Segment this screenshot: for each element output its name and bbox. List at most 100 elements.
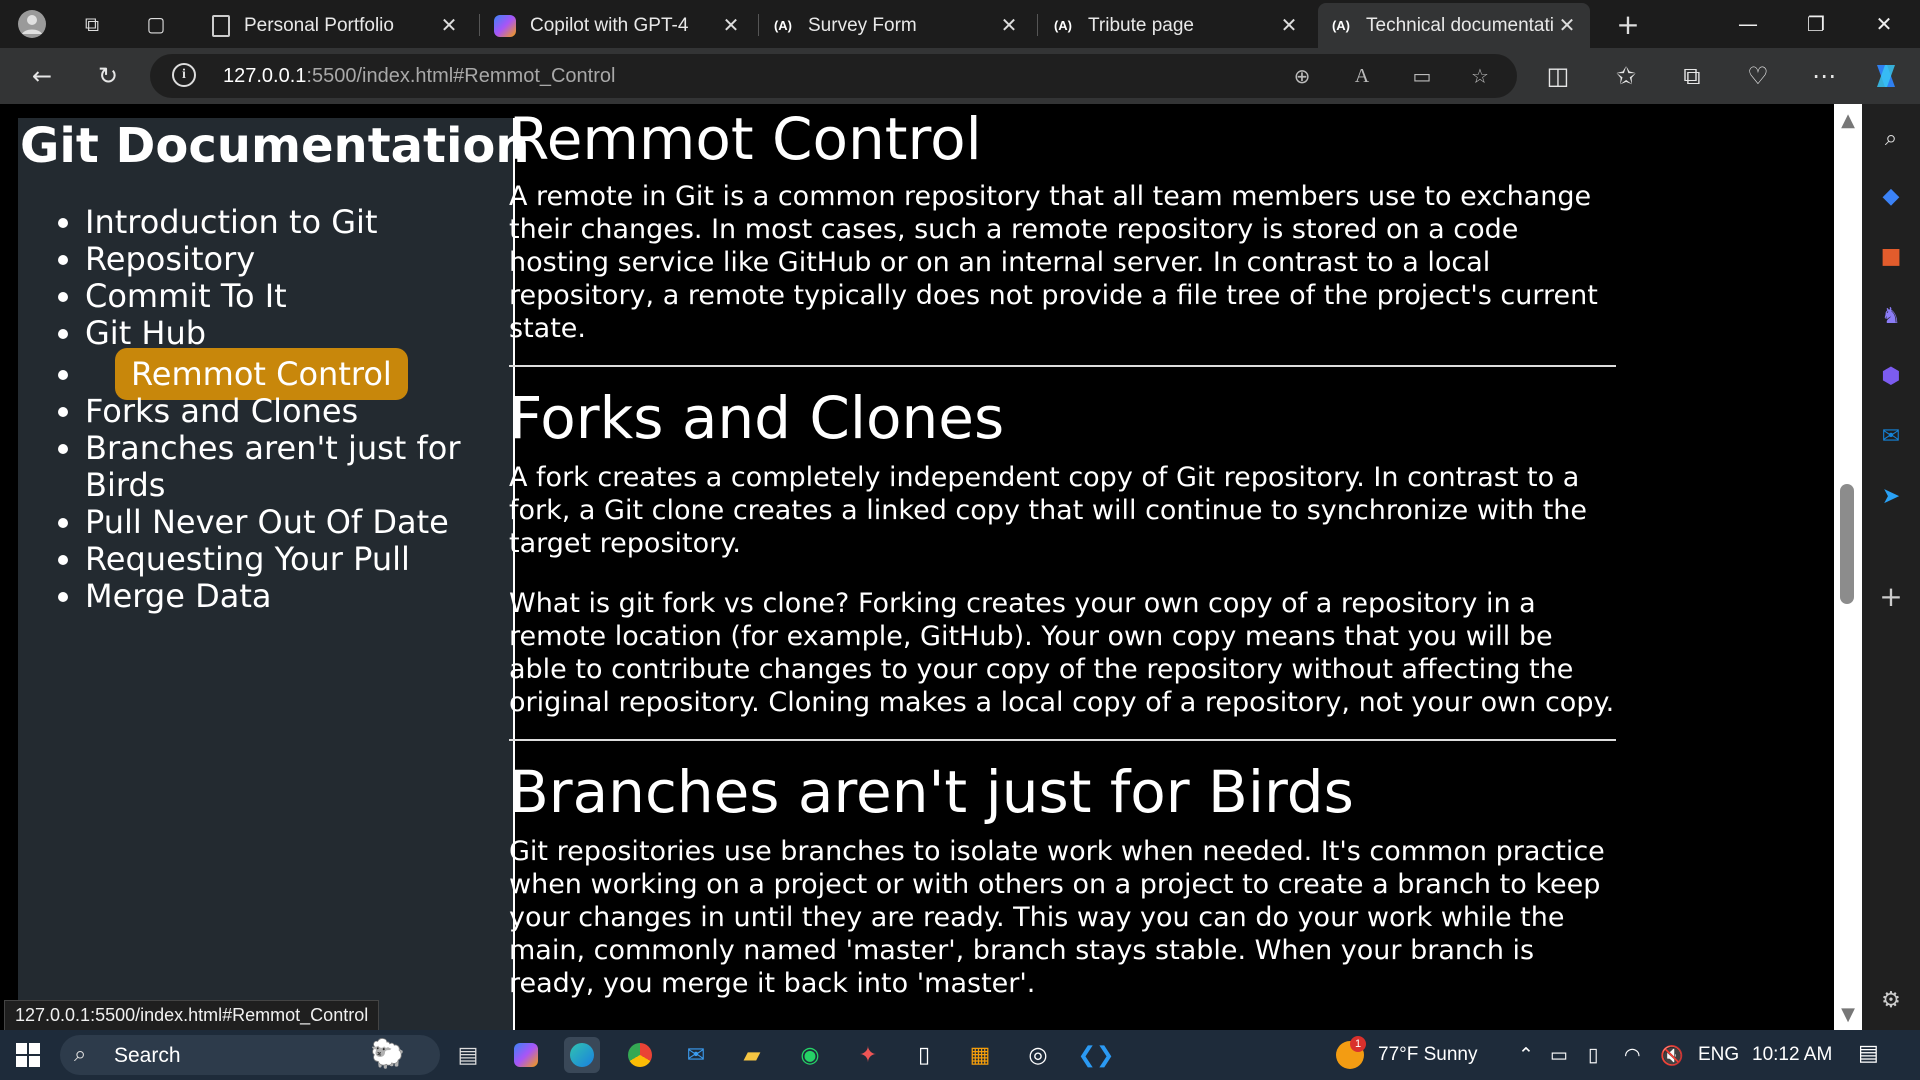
close-tab-icon[interactable]: ✕ xyxy=(998,13,1020,38)
microsoft-365-icon[interactable]: ⬢ xyxy=(1875,360,1907,392)
section-remmot-control: Remmot Control A remote in Git is a comm… xyxy=(509,104,1619,345)
address-bar[interactable]: i 127.0.0.1:5500/index.html#Remmot_Contr… xyxy=(150,54,1517,98)
close-tab-icon[interactable]: ✕ xyxy=(1278,13,1300,38)
browser-essentials-icon[interactable]: ♡ xyxy=(1740,58,1776,94)
side-navigation: Git Documentation Introduction to Git Re… xyxy=(18,118,530,1030)
new-tab-icon[interactable]: + xyxy=(1612,8,1644,41)
workspaces-icon[interactable]: ⧉ xyxy=(76,8,108,40)
volume-muted-icon[interactable]: 🔇 xyxy=(1660,1044,1684,1068)
nav-link[interactable]: Requesting Your Pull xyxy=(85,540,410,578)
zoom-icon[interactable]: ⊕ xyxy=(1288,62,1316,90)
favorite-star-icon[interactable]: ☆ xyxy=(1466,62,1494,90)
section-heading: Branches aren't just for Birds xyxy=(509,758,1354,826)
scroll-down-arrow-icon[interactable]: ▼ xyxy=(1838,1004,1858,1025)
search-icon[interactable]: ⌕ xyxy=(1875,122,1907,154)
refresh-icon[interactable]: ↻ xyxy=(90,58,126,94)
close-tab-icon[interactable]: ✕ xyxy=(720,13,742,38)
tab-tribute-page[interactable]: (A) Tribute page ✕ xyxy=(1040,3,1312,48)
nav-link[interactable]: Introduction to Git xyxy=(85,203,377,241)
windows-start-icon[interactable] xyxy=(10,1037,46,1073)
section-branches: Branches aren't just for Birds Git repos… xyxy=(509,757,1619,1000)
nav-item-requesting[interactable]: Requesting Your Pull xyxy=(85,541,505,578)
store-icon[interactable]: ▦ xyxy=(962,1037,998,1073)
nav-link[interactable]: Commit To It xyxy=(85,277,287,315)
whatsapp-icon[interactable]: ◉ xyxy=(792,1037,828,1073)
tools-briefcase-icon[interactable]: ■ xyxy=(1875,240,1907,272)
copilot-icon xyxy=(494,14,516,37)
taskbar-search-box[interactable]: ⌕ Search 🐑 xyxy=(60,1035,440,1075)
nav-item-branches[interactable]: Branches aren't just for Birds xyxy=(85,430,505,504)
tab-title: Personal Portfolio xyxy=(244,14,394,36)
nav-item-git-hub[interactable]: Git Hub xyxy=(85,315,505,352)
nav-link[interactable]: Pull Never Out Of Date xyxy=(85,503,449,541)
copilot-icon[interactable] xyxy=(1868,58,1904,94)
tab-survey-form[interactable]: (A) Survey Form ✕ xyxy=(760,3,1032,48)
minimize-icon[interactable]: — xyxy=(1714,0,1782,48)
nav-item-repository[interactable]: Repository xyxy=(85,241,505,278)
tab-copilot[interactable]: Copilot with GPT-4 ✕ xyxy=(482,3,754,48)
immersive-reader-icon[interactable]: ▭ xyxy=(1408,62,1436,90)
copilot-taskbar-icon[interactable] xyxy=(508,1037,544,1073)
address-url[interactable]: 127.0.0.1:5500/index.html#Remmot_Control xyxy=(223,65,615,88)
tab-title: Tribute page xyxy=(1088,14,1194,36)
nav-title: Git Documentation xyxy=(20,118,530,174)
show-hidden-icons-chevron-icon[interactable]: ⌃ xyxy=(1518,1044,1534,1067)
nav-link[interactable]: Forks and Clones xyxy=(85,392,358,430)
scroll-up-arrow-icon[interactable]: ▲ xyxy=(1838,110,1858,131)
tab-strip: ⧉ ▢ Personal Portfolio ✕ Copilot with GP… xyxy=(0,0,1920,48)
main-content: Remmot Control A remote in Git is a comm… xyxy=(509,104,1619,1000)
read-aloud-icon[interactable]: A xyxy=(1348,62,1376,90)
nav-list: Introduction to Git Repository Commit To… xyxy=(18,204,505,615)
scrollbar-thumb[interactable] xyxy=(1840,484,1854,604)
search-highlight-sheep-icon: 🐑 xyxy=(370,1037,405,1070)
notepad-icon[interactable]: ▯ xyxy=(906,1037,942,1073)
nav-link[interactable]: Merge Data xyxy=(85,577,271,615)
collections-icon[interactable]: ⧉ xyxy=(1674,58,1710,94)
vscode-icon[interactable]: ❮❯ xyxy=(1078,1037,1115,1073)
edge-browser-icon[interactable] xyxy=(564,1037,600,1073)
nav-link[interactable]: Branches aren't just for Birds xyxy=(85,429,461,504)
outlook-icon[interactable]: ✉ xyxy=(1875,420,1907,452)
more-menu-icon[interactable]: ⋯ xyxy=(1806,58,1842,94)
windows-taskbar: ⌕ Search 🐑 ▤ ✉ ▰ ◉ ✦ ▯ ▦ ◎ ❮❯ 1 77°F Sun… xyxy=(0,1030,1920,1080)
back-icon[interactable]: ← xyxy=(24,58,60,94)
add-sidebar-app-icon[interactable]: + xyxy=(1875,580,1907,613)
language-indicator[interactable]: ENG xyxy=(1698,1044,1739,1066)
network-icon[interactable]: ◠ xyxy=(1624,1044,1641,1067)
app-icon[interactable]: ✦ xyxy=(850,1037,886,1073)
mail-icon[interactable]: ✉ xyxy=(678,1037,714,1073)
send-drop-icon[interactable]: ➤ xyxy=(1875,480,1907,512)
notifications-icon[interactable]: ▤ xyxy=(1858,1040,1879,1066)
close-window-icon[interactable]: ✕ xyxy=(1850,0,1918,48)
games-icon[interactable]: ♞ xyxy=(1875,300,1907,332)
site-info-icon[interactable]: i xyxy=(172,63,196,87)
profile-avatar-icon[interactable] xyxy=(16,8,48,40)
task-view-icon[interactable]: ▤ xyxy=(450,1037,486,1073)
device-icon[interactable]: ▯ xyxy=(1588,1044,1598,1067)
file-explorer-icon[interactable]: ▰ xyxy=(734,1037,770,1073)
nav-item-pull[interactable]: Pull Never Out Of Date xyxy=(85,504,505,541)
tab-personal-portfolio[interactable]: Personal Portfolio ✕ xyxy=(200,3,472,48)
tab-technical-documentation[interactable]: (A) Technical documentati ✕ xyxy=(1318,3,1590,48)
nav-item-introduction[interactable]: Introduction to Git xyxy=(85,204,505,241)
close-tab-icon[interactable]: ✕ xyxy=(1556,13,1578,38)
page-scrollbar[interactable]: ▲ ▼ xyxy=(1834,104,1862,1030)
shopping-tag-icon[interactable]: ◆ xyxy=(1875,180,1907,212)
nav-item-merge[interactable]: Merge Data xyxy=(85,578,505,615)
nav-item-commit[interactable]: Commit To It xyxy=(85,278,505,315)
weather-text[interactable]: 77°F Sunny xyxy=(1378,1044,1478,1066)
nav-link[interactable]: Repository xyxy=(85,240,255,278)
battery-icon[interactable]: ▭ xyxy=(1550,1044,1568,1067)
tab-actions-icon[interactable]: ▢ xyxy=(140,8,172,40)
chrome-icon[interactable] xyxy=(622,1037,658,1073)
nav-link[interactable]: Git Hub xyxy=(85,314,206,352)
settings-gear-icon[interactable]: ⚙ xyxy=(1875,984,1907,1016)
github-icon[interactable]: ◎ xyxy=(1020,1037,1056,1073)
edge-sidebar: ⌕ ◆ ■ ♞ ⬢ ✉ ➤ + ⚙ xyxy=(1862,104,1920,1030)
split-screen-icon[interactable]: ◫ xyxy=(1540,58,1576,94)
restore-icon[interactable]: ❐ xyxy=(1782,0,1850,48)
clock-time[interactable]: 10:12 AM xyxy=(1752,1044,1832,1066)
close-tab-icon[interactable]: ✕ xyxy=(438,13,460,38)
nav-item-forks[interactable]: Forks and Clones xyxy=(85,393,505,430)
favorites-icon[interactable]: ✩ xyxy=(1608,58,1644,94)
